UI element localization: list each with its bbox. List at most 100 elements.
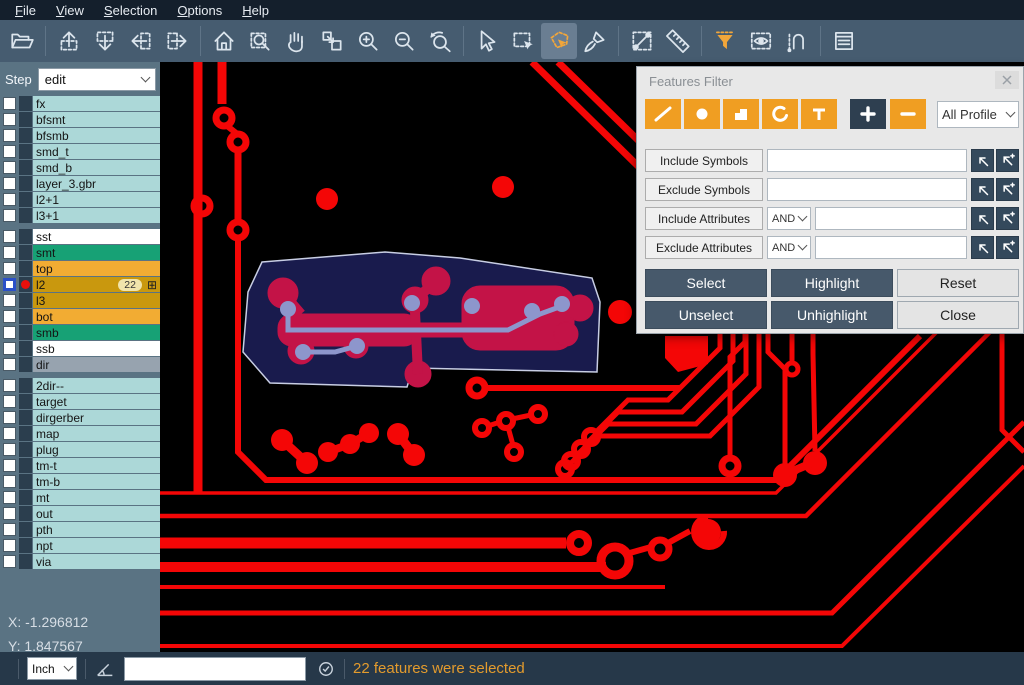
layer-row-smd_b[interactable]: smd_b [0, 160, 160, 175]
layer-visibility-checkbox[interactable] [3, 97, 16, 110]
layer-row-layer_3.gbr[interactable]: layer_3.gbr [0, 176, 160, 191]
menu-view[interactable]: View [47, 2, 93, 19]
layer-name[interactable]: layer_3.gbr [33, 176, 160, 191]
layer-row-sst[interactable]: sst [0, 229, 160, 244]
layer-name[interactable]: l3 [33, 293, 160, 308]
layer-visibility-checkbox[interactable] [3, 491, 16, 504]
close-button[interactable]: Close [897, 301, 1019, 329]
remove-filter-icon[interactable] [890, 99, 926, 129]
layer-name[interactable]: fx [33, 96, 160, 111]
layer-visibility-checkbox[interactable] [3, 523, 16, 536]
arc-features-icon[interactable] [762, 99, 798, 129]
layer-row-fx[interactable]: fx [0, 96, 160, 111]
layer-name[interactable]: l222⊞ [33, 277, 160, 292]
home-view-icon[interactable] [206, 23, 242, 59]
select-rectangle-icon[interactable] [505, 23, 541, 59]
menu-options[interactable]: Options [168, 2, 231, 19]
pan-right-icon[interactable] [159, 23, 195, 59]
pick-from-screen-icon[interactable] [971, 178, 994, 201]
layer-name[interactable]: target [33, 394, 160, 409]
sync-icon[interactable] [316, 659, 336, 679]
layer-name[interactable]: out [33, 506, 160, 521]
zoom-previous-icon[interactable] [422, 23, 458, 59]
select-pointer-icon[interactable] [469, 23, 505, 59]
grid-icon[interactable]: ⊞ [147, 278, 157, 292]
layer-row-l2[interactable]: l222⊞ [0, 277, 160, 292]
layer-row-tm-t[interactable]: tm-t [0, 458, 160, 473]
layer-row-smt[interactable]: smt [0, 245, 160, 260]
measure-ruler-icon[interactable] [660, 23, 696, 59]
measure-distance-icon[interactable] [624, 23, 660, 59]
layer-name[interactable]: bfsmb [33, 128, 160, 143]
layer-visibility-checkbox[interactable] [3, 475, 16, 488]
layer-row-npt[interactable]: npt [0, 538, 160, 553]
layer-visibility-checkbox[interactable] [3, 129, 16, 142]
layer-visibility-checkbox[interactable] [3, 358, 16, 371]
layer-name[interactable]: smd_b [33, 160, 160, 175]
zoom-in-icon[interactable] [350, 23, 386, 59]
layer-visibility-checkbox[interactable] [3, 278, 16, 291]
layer-row-2dir--[interactable]: 2dir-- [0, 378, 160, 393]
layer-row-target[interactable]: target [0, 394, 160, 409]
zoom-object-icon[interactable] [314, 23, 350, 59]
layer-name[interactable]: bfsmt [33, 112, 160, 127]
open-project-icon[interactable] [4, 23, 40, 59]
layer-row-out[interactable]: out [0, 506, 160, 521]
command-input[interactable] [124, 657, 306, 681]
exclude-symbols-input[interactable] [767, 178, 967, 201]
pan-left-icon[interactable] [123, 23, 159, 59]
layer-name[interactable]: smd_t [33, 144, 160, 159]
pick-from-screen-add-icon[interactable] [996, 149, 1019, 172]
exclude-attributes-button[interactable]: Exclude Attributes [645, 236, 763, 259]
layer-visibility-checkbox[interactable] [3, 193, 16, 206]
layer-visibility-checkbox[interactable] [3, 427, 16, 440]
layer-visibility-checkbox[interactable] [3, 379, 16, 392]
layer-name[interactable]: l3+1 [33, 208, 160, 223]
layer-row-dirgerber[interactable]: dirgerber [0, 410, 160, 425]
layer-visibility-checkbox[interactable] [3, 246, 16, 259]
layer-row-pth[interactable]: pth [0, 522, 160, 537]
select-polygon-icon[interactable] [541, 23, 577, 59]
surface-features-icon[interactable] [723, 99, 759, 129]
pick-from-screen-icon[interactable] [971, 207, 994, 230]
layer-name[interactable]: l2+1 [33, 192, 160, 207]
zoom-window-icon[interactable] [242, 23, 278, 59]
layer-name[interactable]: npt [33, 538, 160, 553]
exclude-attributes-input[interactable] [815, 236, 967, 259]
zoom-out-icon[interactable] [386, 23, 422, 59]
layer-name[interactable]: top [33, 261, 160, 276]
layer-visibility-checkbox[interactable] [3, 161, 16, 174]
layer-row-tm-b[interactable]: tm-b [0, 474, 160, 489]
layer-row-ssb[interactable]: ssb [0, 341, 160, 356]
pan-hand-icon[interactable] [278, 23, 314, 59]
pick-from-screen-add-icon[interactable] [996, 236, 1019, 259]
include-attributes-button[interactable]: Include Attributes [645, 207, 763, 230]
layer-row-bfsmt[interactable]: bfsmt [0, 112, 160, 127]
layer-visibility-checkbox[interactable] [3, 459, 16, 472]
layers-form-icon[interactable] [826, 23, 862, 59]
profile-select[interactable]: All Profile [937, 101, 1019, 128]
highlight-button[interactable]: Highlight [771, 269, 893, 297]
layer-name[interactable]: tm-b [33, 474, 160, 489]
layer-name[interactable]: 2dir-- [33, 378, 160, 393]
pad-features-icon[interactable] [684, 99, 720, 129]
layer-row-dir[interactable]: dir [0, 357, 160, 372]
layer-visibility-checkbox[interactable] [3, 555, 16, 568]
layer-visibility-checkbox[interactable] [3, 326, 16, 339]
unhighlight-button[interactable]: Unhighlight [771, 301, 893, 329]
select-button[interactable]: Select [645, 269, 767, 297]
pick-from-screen-add-icon[interactable] [996, 178, 1019, 201]
layer-visibility-checkbox[interactable] [3, 209, 16, 222]
include-symbols-input[interactable] [767, 149, 967, 172]
layer-name[interactable]: bot [33, 309, 160, 324]
layer-row-bfsmb[interactable]: bfsmb [0, 128, 160, 143]
pan-down-icon[interactable] [87, 23, 123, 59]
text-features-icon[interactable] [801, 99, 837, 129]
include-symbols-button[interactable]: Include Symbols [645, 149, 763, 172]
pick-from-screen-icon[interactable] [971, 149, 994, 172]
layer-name[interactable]: smb [33, 325, 160, 340]
layer-visibility-checkbox[interactable] [3, 230, 16, 243]
layer-row-l3[interactable]: l3 [0, 293, 160, 308]
layer-name[interactable]: map [33, 426, 160, 441]
layer-row-l3+1[interactable]: l3+1 [0, 208, 160, 223]
